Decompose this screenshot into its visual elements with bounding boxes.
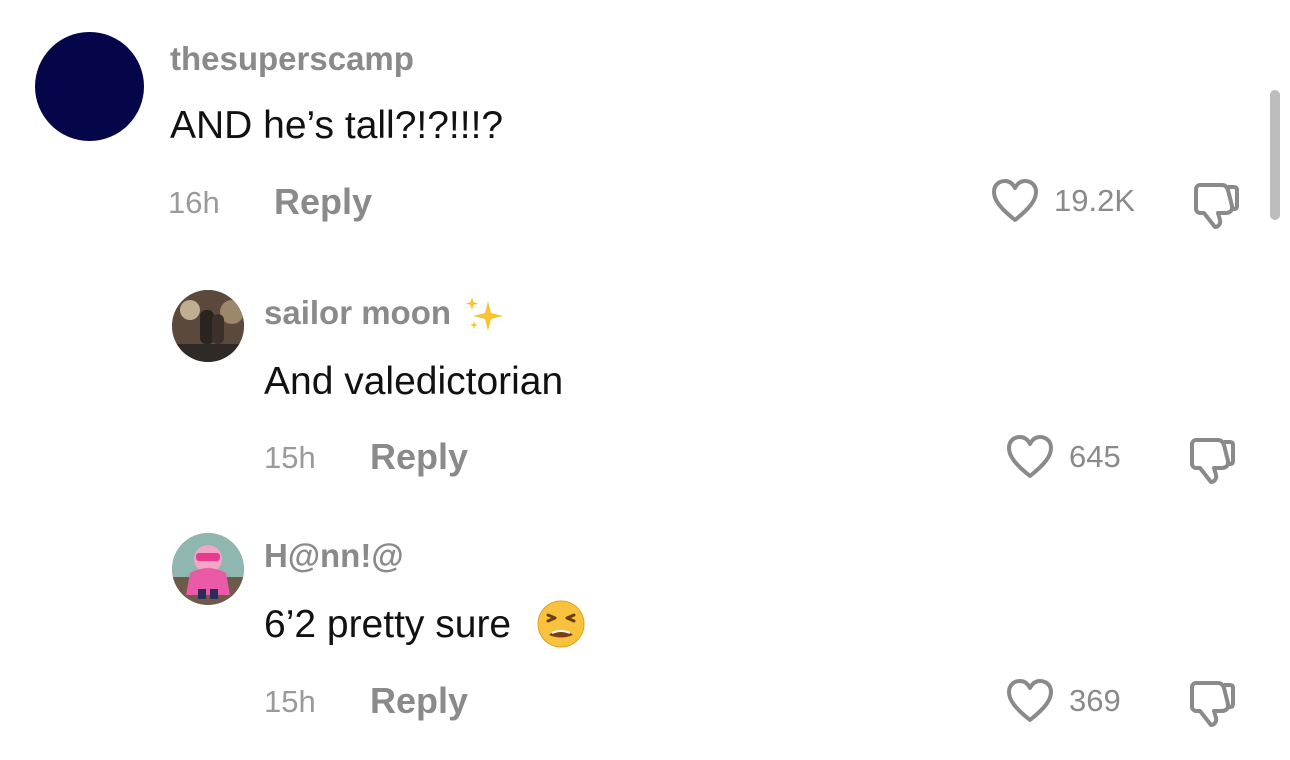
like-count: 19.2K: [1054, 183, 1136, 218]
like-button[interactable]: 645: [1005, 434, 1121, 480]
thumbs-down-icon[interactable]: [1188, 678, 1236, 728]
heart-icon[interactable]: [990, 178, 1040, 224]
comment-text: And valedictorian: [264, 360, 564, 403]
comment-time: 15h: [264, 684, 316, 719]
like-button[interactable]: 19.2K: [990, 178, 1135, 224]
like-button[interactable]: 369: [1005, 678, 1121, 724]
reply-button[interactable]: Reply: [370, 680, 468, 722]
comment-username[interactable]: sailor moon: [264, 294, 506, 335]
like-count: 645: [1069, 439, 1121, 474]
heart-icon[interactable]: [1005, 434, 1055, 480]
avatar[interactable]: [172, 533, 244, 605]
avatar[interactable]: [172, 290, 244, 362]
sparkles-icon: [466, 297, 504, 332]
comment-text: 6’2 pretty sure: [264, 600, 586, 649]
comment-time: 16h: [168, 185, 220, 220]
comment-username[interactable]: thesuperscamp: [170, 40, 414, 78]
like-count: 369: [1069, 683, 1121, 718]
comment-text-content: 6’2 pretty sure: [264, 603, 512, 646]
reply-button[interactable]: Reply: [274, 181, 372, 223]
thumbs-down-icon[interactable]: [1192, 180, 1240, 230]
scrollbar[interactable]: [1270, 90, 1280, 220]
photo-avatar-icon: [172, 290, 244, 362]
avatar[interactable]: [35, 32, 144, 141]
cartoon-avatar-icon: [172, 533, 244, 605]
heart-icon[interactable]: [1005, 678, 1055, 724]
username-text: sailor moon: [264, 294, 452, 331]
comment-time: 15h: [264, 440, 316, 475]
reply-button[interactable]: Reply: [370, 436, 468, 478]
comment-text: AND he’s tall?!?!!!?: [170, 104, 504, 147]
comment-username[interactable]: H@nn!@: [264, 537, 404, 575]
thumbs-down-icon[interactable]: [1188, 435, 1236, 485]
tired-face-emoji-icon: [537, 600, 585, 648]
